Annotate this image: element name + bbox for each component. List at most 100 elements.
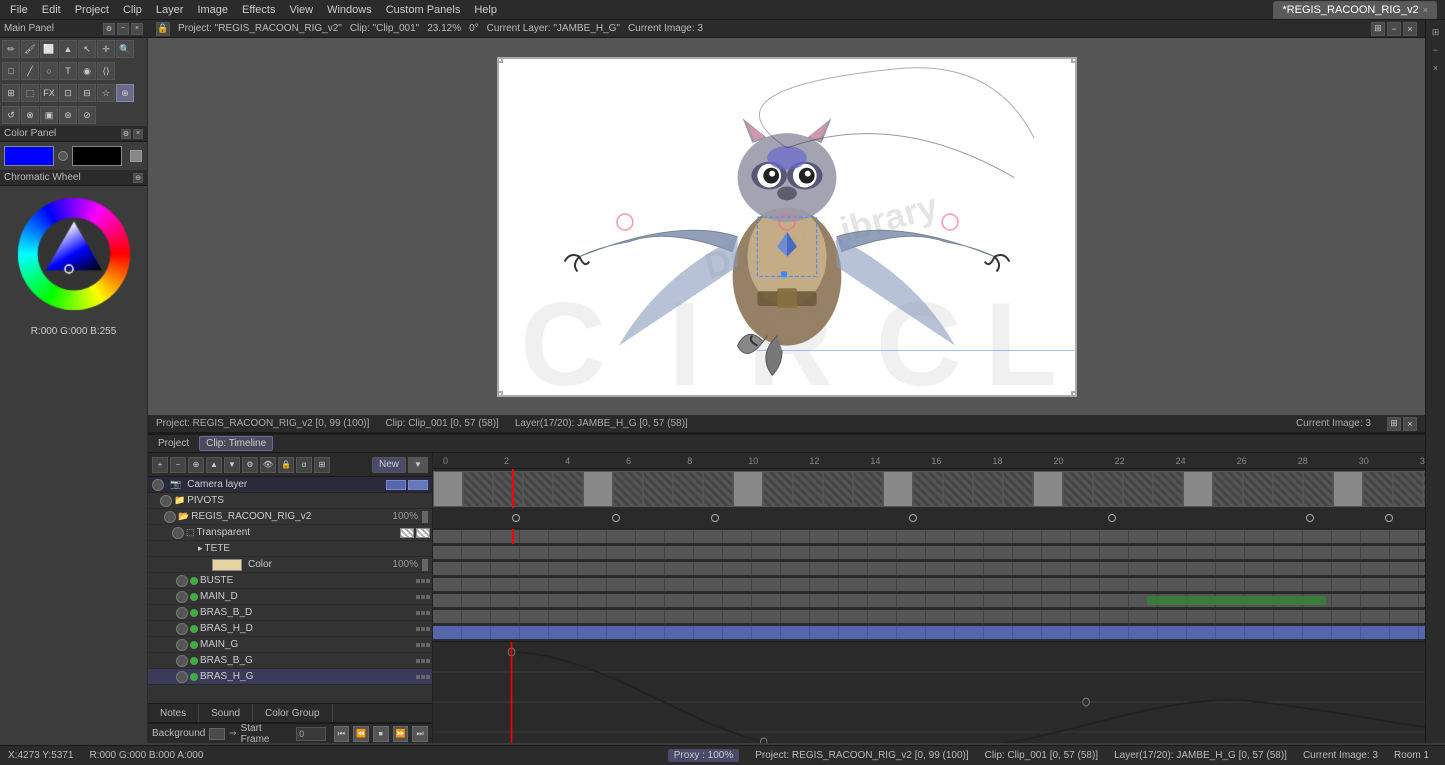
misc-tool-4[interactable]: ↺	[2, 106, 20, 124]
chromatic-wheel-close[interactable]: ⊖	[133, 173, 143, 183]
motion-dot-5[interactable]	[1108, 514, 1116, 522]
motion-dot-6[interactable]	[1306, 514, 1314, 522]
corner-handle-tl[interactable]	[497, 57, 503, 63]
brush-tool[interactable]: 🖌	[21, 40, 39, 58]
zoom-tool[interactable]: 🔍	[116, 40, 134, 58]
fx-tool[interactable]: FX	[40, 84, 58, 102]
layer-options-btn[interactable]: ⚙	[242, 457, 258, 473]
corner-handle-br[interactable]	[1071, 391, 1077, 397]
pen-tool[interactable]: ✏	[2, 40, 20, 58]
duplicate-layer-btn[interactable]: ⊕	[188, 457, 204, 473]
menu-project[interactable]: Project	[69, 0, 115, 19]
misc-tool-1[interactable]: ⊡	[59, 84, 77, 102]
transform-tool[interactable]: ⊕	[116, 84, 134, 102]
warp-tool[interactable]: ⟨⟩	[97, 62, 115, 80]
buste-eye[interactable]	[176, 575, 188, 587]
add-layer-btn[interactable]: +	[152, 457, 168, 473]
layer-bras-b-d[interactable]: BRAS_B_D	[148, 605, 432, 621]
menu-image[interactable]: Image	[191, 0, 234, 19]
sound-tab[interactable]: Sound	[199, 704, 253, 722]
regis-eye[interactable]	[164, 511, 176, 523]
new-layer-btn[interactable]: New	[372, 457, 406, 473]
tab-close-btn[interactable]: ×	[1423, 5, 1428, 15]
layer-regis-rig[interactable]: 📂 REGIS_RACOON_RIG_v2 100%	[148, 509, 432, 525]
opacity-slider[interactable]	[422, 511, 428, 523]
menu-layer[interactable]: Layer	[150, 0, 190, 19]
menu-view[interactable]: View	[283, 0, 319, 19]
misc-tool-2[interactable]: ⊟	[78, 84, 96, 102]
misc-tool-6[interactable]: ▣	[40, 106, 58, 124]
project-tab[interactable]: Project	[152, 438, 195, 449]
background-dropdown[interactable]	[209, 728, 225, 740]
eraser-tool[interactable]: ⬜	[40, 40, 58, 58]
visibility-btn[interactable]: 👁	[260, 457, 276, 473]
camera-eye[interactable]	[152, 479, 164, 491]
layer-bras-h-g[interactable]: BRAS_H_G	[148, 669, 432, 685]
layer-tete[interactable]: ▸ TETE	[148, 541, 432, 557]
canvas-area[interactable]: C I R C L Digital Library	[148, 38, 1425, 415]
color-option-1[interactable]	[130, 150, 142, 162]
canvas-expand-btn[interactable]: ⊞	[1371, 22, 1385, 36]
tete-collapse[interactable]: ▸	[198, 543, 203, 554]
right-panel-btn-1[interactable]: ⊞	[1428, 24, 1444, 40]
expand-btn[interactable]: ⊞	[314, 457, 330, 473]
misc-tool-8[interactable]: ⊘	[78, 106, 96, 124]
play-prev-btn[interactable]: ⏪	[353, 726, 369, 742]
color-opacity-slider[interactable]	[422, 559, 428, 571]
secondary-color-swatch[interactable]	[72, 146, 122, 166]
new-layer-dropdown[interactable]: ▼	[408, 457, 428, 473]
timeline-close-btn[interactable]: ×	[1403, 417, 1417, 431]
menu-custom-panels[interactable]: Custom Panels	[380, 0, 467, 19]
text-tool[interactable]: T	[59, 62, 77, 80]
transparent-eye[interactable]	[172, 527, 184, 539]
motion-dot-7[interactable]	[1385, 514, 1393, 522]
clip-timeline-tab[interactable]: Clip: Timeline	[199, 436, 273, 451]
color-wheel-container[interactable]	[0, 186, 147, 322]
shape-tool[interactable]: □	[2, 62, 20, 80]
play-back-btn[interactable]: ⏮	[334, 726, 350, 742]
layer-main-g[interactable]: MAIN_G	[148, 637, 432, 653]
motion-dot-1[interactable]	[512, 514, 520, 522]
canvas-close-btn[interactable]: ×	[1403, 22, 1417, 36]
menu-clip[interactable]: Clip	[117, 0, 148, 19]
color-panel-close[interactable]: ×	[133, 129, 143, 139]
color-dot[interactable]	[58, 151, 68, 161]
right-panel-btn-3[interactable]: ×	[1428, 60, 1444, 76]
move-down-btn[interactable]: ▼	[224, 457, 240, 473]
corner-handle-bl[interactable]	[497, 391, 503, 397]
primary-color-swatch[interactable]	[4, 146, 54, 166]
motion-dot-4[interactable]	[909, 514, 917, 522]
panel-options-btn[interactable]: ⚙	[103, 23, 115, 35]
panel-close-btn[interactable]: ×	[131, 23, 143, 35]
timeline-tracks[interactable]: 024681012141618202224262830323436	[433, 469, 1425, 743]
notes-tab[interactable]: Notes	[148, 704, 199, 722]
window-lock-btn[interactable]: 🔒	[156, 22, 170, 36]
delete-layer-btn[interactable]: −	[170, 457, 186, 473]
layer-color[interactable]: Color 100%	[148, 557, 432, 573]
pivots-eye[interactable]	[160, 495, 172, 507]
start-frame-input[interactable]: 0	[296, 727, 325, 741]
fill-tool[interactable]: ▲	[59, 40, 77, 58]
layer-main-d[interactable]: MAIN_D	[148, 589, 432, 605]
menu-windows[interactable]: Windows	[321, 0, 378, 19]
lock-btn[interactable]: 🔒	[278, 457, 294, 473]
menu-file[interactable]: File	[4, 0, 34, 19]
corner-handle-tr[interactable]	[1071, 57, 1077, 63]
grid-tool[interactable]: ⊞	[2, 84, 20, 102]
layer-tool[interactable]: ⬚	[21, 84, 39, 102]
misc-tool-5[interactable]: ⊗	[21, 106, 39, 124]
move-up-btn[interactable]: ▲	[206, 457, 222, 473]
play-stop-btn[interactable]: ⏹	[373, 726, 389, 742]
menu-effects[interactable]: Effects	[236, 0, 281, 19]
canvas-minimize-btn[interactable]: −	[1387, 22, 1401, 36]
alpha-btn[interactable]: α	[296, 457, 312, 473]
main-d-eye[interactable]	[176, 591, 188, 603]
layer-bras-b-g[interactable]: BRAS_B_G	[148, 653, 432, 669]
menu-edit[interactable]: Edit	[36, 0, 67, 19]
timeline-expand-btn[interactable]: ⊞	[1387, 417, 1401, 431]
color-wheel-canvas[interactable]	[14, 194, 134, 314]
bras-h-d-eye[interactable]	[176, 623, 188, 635]
panel-minimize-btn[interactable]: −	[117, 23, 129, 35]
active-tab[interactable]: *REGIS_RACOON_RIG_v2 ×	[1273, 1, 1437, 19]
layer-bras-h-d[interactable]: BRAS_H_D	[148, 621, 432, 637]
